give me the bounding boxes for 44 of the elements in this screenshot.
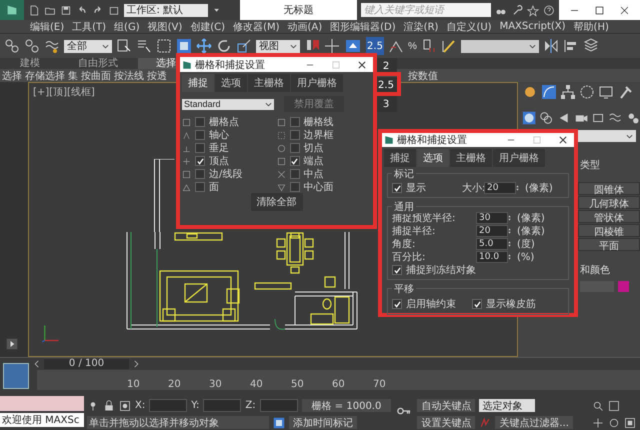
timeline-tick: 70 [373,379,383,390]
z-label: Z: [245,400,256,411]
timeline-tick: 50 [291,379,301,390]
option-label: 显示 [406,182,426,195]
y-label: Y: [191,400,200,411]
snap-type-label: 中点 [304,168,324,181]
unit-label: (度) [517,238,535,251]
snap-type-label: 边界框 [304,128,334,142]
prompt-text: 单击并拖动以选择并移动对象 [87,416,269,429]
group-heading: 标记 [392,167,416,181]
dialog-title: 栅格和捕捉设置 [195,58,265,72]
option-label: 捕捉到冻结对象 [406,264,476,277]
snap-type-label: 栅格点 [209,116,239,129]
timeline-tick: 20 [168,379,178,390]
unit-label: (像素) [517,212,545,225]
unit-label: (像素) [517,224,545,238]
snap-type-label: 面 [209,181,219,194]
snap-type-label: 端点 [304,154,324,168]
welcome-text: 欢迎使用 MAXSc [0,413,84,427]
grid-size-text: 栅格 = 1000.0 [302,399,392,412]
snap-type-label: 切点 [304,142,324,155]
unit-label: (%) [517,252,534,262]
timeline-tick: 10 [127,379,137,390]
field-label: 大小: [462,182,484,195]
x-label: X: [135,400,146,411]
snap-type-label: 轴心 [209,128,229,142]
snap-type-label: 边/线段 [209,168,242,181]
dialog-title: 栅格和捕捉设置 [397,134,467,147]
group-heading: 通用 [392,200,416,214]
unit-label: (像素) [525,182,553,195]
timeline-tick: 60 [332,379,342,390]
field-label: 捕捉半径: [392,224,436,238]
timeline-tick: 30 [209,379,219,390]
field-label: 角度: [392,238,416,251]
timeline-tick: 40 [250,379,260,390]
snap-type-label: 垂足 [209,142,229,155]
snap-type-label: 顶点 [209,154,229,168]
snap-type-label: 中心面 [304,180,334,194]
window-title: 无标题 [240,0,358,20]
snap-type-label: 栅格线 [304,116,334,129]
option-label: 显示橡皮筋 [486,298,536,311]
field-label: 百分比: [392,250,426,264]
group-heading: 平移 [392,282,416,296]
option-label: 启用轴约束 [406,298,456,311]
